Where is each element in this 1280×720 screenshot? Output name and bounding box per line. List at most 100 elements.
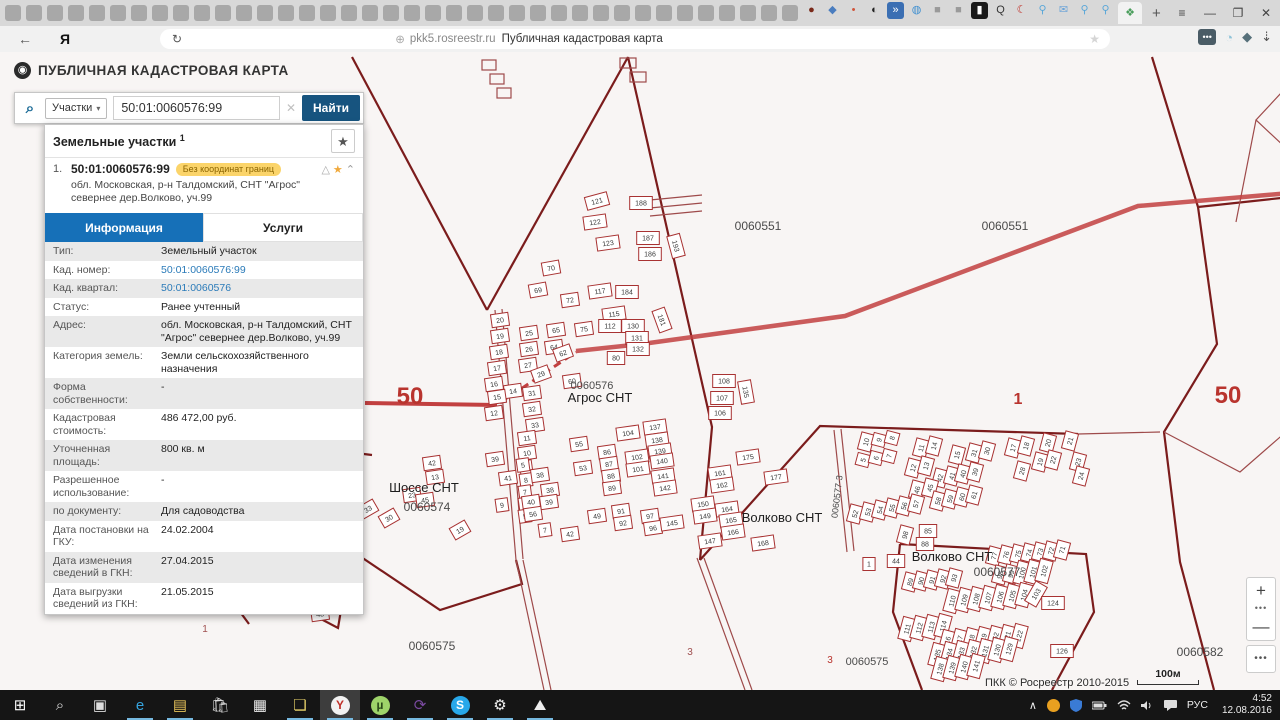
parcel[interactable]: 32 bbox=[522, 401, 541, 416]
parcel[interactable]: 53 bbox=[573, 460, 592, 475]
parcel[interactable]: 101 bbox=[626, 461, 650, 477]
result-item[interactable]: 1. 50:01:0060576:99 Без координат границ… bbox=[45, 157, 363, 213]
browser-tab[interactable] bbox=[740, 5, 756, 21]
collapse-icon[interactable]: ⌃ bbox=[346, 163, 355, 176]
taskbar-photos-icon[interactable]: ⛰ bbox=[520, 690, 560, 720]
protect-icon[interactable]: ◔ bbox=[1225, 30, 1233, 45]
taskbar-edge-icon[interactable]: e bbox=[120, 690, 160, 720]
parcel[interactable]: 106 bbox=[709, 407, 732, 420]
browser-tab[interactable] bbox=[488, 5, 504, 21]
parcel[interactable]: 147 bbox=[698, 533, 722, 549]
parcel[interactable]: 123 bbox=[596, 235, 620, 251]
browser-tab[interactable] bbox=[362, 5, 378, 21]
browser-tab-favicon[interactable]: ❖ bbox=[1118, 2, 1142, 24]
parcel[interactable]: 140 bbox=[650, 453, 674, 469]
parcel-polygons[interactable]: 1211881221231871861937069117184721151812… bbox=[308, 192, 1089, 682]
browser-tab[interactable] bbox=[404, 5, 420, 21]
browser-tab[interactable] bbox=[425, 5, 441, 21]
warning-icon[interactable]: △ bbox=[321, 163, 329, 176]
wifi-icon[interactable] bbox=[1117, 700, 1131, 711]
parcel[interactable]: 184 bbox=[616, 286, 639, 299]
parcel[interactable]: 1 bbox=[863, 558, 875, 571]
parcel[interactable]: 107 bbox=[711, 392, 734, 405]
parcel[interactable]: 72 bbox=[560, 292, 579, 307]
browser-tab[interactable] bbox=[677, 5, 693, 21]
parcel[interactable]: 65 bbox=[546, 322, 565, 337]
parcel[interactable]: 132 bbox=[627, 343, 650, 356]
yandex-logo[interactable]: Я bbox=[60, 31, 70, 47]
taskbar-store-icon[interactable]: 🛍 bbox=[200, 690, 240, 720]
browser-tab-favicon[interactable]: Q bbox=[992, 2, 1009, 19]
parcel[interactable]: 18 bbox=[1017, 436, 1034, 456]
favorite-star-icon[interactable]: ★ bbox=[333, 163, 343, 176]
parcel[interactable]: 12 bbox=[484, 405, 503, 420]
search-category-dropdown[interactable]: Участки ▾ bbox=[45, 98, 107, 119]
browser-tab[interactable] bbox=[110, 5, 126, 21]
parcel[interactable]: 13 bbox=[917, 456, 934, 476]
parcel[interactable]: 112 bbox=[599, 320, 622, 333]
parcel[interactable]: 56 bbox=[523, 506, 542, 521]
browser-tab[interactable] bbox=[236, 5, 252, 21]
parcel[interactable]: 145 bbox=[660, 515, 684, 531]
downloads-icon[interactable]: ⇣ bbox=[1261, 29, 1272, 45]
browser-tab[interactable] bbox=[257, 5, 273, 21]
zoom-out-button[interactable]: — bbox=[1247, 614, 1275, 640]
clock[interactable]: 4:52 12.08.2016 bbox=[1218, 693, 1272, 717]
taskbar-skype-icon[interactable]: S bbox=[440, 690, 480, 720]
browser-tab[interactable] bbox=[509, 5, 525, 21]
parcel[interactable]: 135 bbox=[738, 380, 755, 405]
browser-tab-favicon[interactable]: ◆ bbox=[824, 2, 841, 19]
parcel[interactable]: 124 bbox=[1042, 597, 1065, 610]
browser-tab[interactable] bbox=[47, 5, 63, 21]
parcel[interactable]: 85 bbox=[919, 525, 936, 538]
parcel[interactable]: 49 bbox=[587, 508, 606, 523]
zoom-handle-icon[interactable]: ••• bbox=[1247, 604, 1275, 614]
inactive-tabs[interactable] bbox=[5, 5, 803, 21]
taskbar-start-icon[interactable]: ⊞ bbox=[0, 690, 40, 720]
browser-tab[interactable] bbox=[656, 5, 672, 21]
parcel[interactable]: 39 bbox=[485, 451, 504, 466]
parcel[interactable]: 8 bbox=[884, 430, 900, 445]
parcel[interactable]: 121 bbox=[584, 192, 609, 210]
browser-tab-favicon[interactable]: ◐ bbox=[866, 2, 883, 19]
detail-value-link[interactable]: 50:01:0060576 bbox=[157, 282, 231, 295]
browser-tab-favicon[interactable]: • bbox=[845, 2, 862, 19]
tray-chevron-icon[interactable]: ∧ bbox=[1029, 699, 1037, 712]
browser-tab[interactable] bbox=[551, 5, 567, 21]
action-center-icon[interactable] bbox=[1164, 700, 1177, 711]
browser-tab-favicon[interactable]: ◍ bbox=[908, 2, 925, 19]
parcel[interactable]: 42 bbox=[422, 455, 441, 470]
parcel[interactable]: 166 bbox=[721, 524, 745, 540]
parcel[interactable]: 9 bbox=[495, 498, 509, 513]
browser-tab[interactable] bbox=[278, 5, 294, 21]
parcel[interactable]: 70 bbox=[541, 260, 560, 276]
language-indicator[interactable]: РУС bbox=[1187, 699, 1208, 711]
defender-shield-icon[interactable] bbox=[1070, 699, 1082, 712]
parcel[interactable]: 96 bbox=[643, 520, 662, 535]
parcel[interactable]: 11 bbox=[517, 430, 536, 445]
tray-app-icon[interactable] bbox=[1047, 699, 1060, 712]
browser-tab[interactable] bbox=[467, 5, 483, 21]
taskbar-explorer-icon[interactable]: ▤ bbox=[160, 690, 200, 720]
parcel[interactable]: 142 bbox=[653, 480, 677, 496]
parcel[interactable]: 20 bbox=[1039, 433, 1056, 453]
browser-tab[interactable] bbox=[26, 5, 42, 21]
parcel[interactable]: 188 bbox=[630, 197, 653, 210]
parcel[interactable]: 75 bbox=[574, 321, 593, 336]
parcel[interactable]: 28 bbox=[1013, 461, 1030, 481]
browser-tab[interactable] bbox=[530, 5, 546, 21]
browser-tab[interactable] bbox=[131, 5, 147, 21]
taskbar-search-icon[interactable]: ⌕ bbox=[40, 690, 80, 720]
browser-tab[interactable] bbox=[215, 5, 231, 21]
browser-tab[interactable] bbox=[68, 5, 84, 21]
parcel[interactable]: 98 bbox=[896, 525, 913, 545]
zoom-in-button[interactable]: + bbox=[1247, 578, 1275, 604]
browser-tab-favicon[interactable]: ☾ bbox=[1013, 2, 1030, 19]
parcel[interactable]: 31 bbox=[522, 385, 541, 400]
parcel[interactable]: 14 bbox=[503, 383, 522, 398]
parcel[interactable]: 17 bbox=[487, 360, 506, 375]
minimize-button[interactable]: — bbox=[1196, 6, 1224, 20]
parcel[interactable]: 177 bbox=[764, 469, 788, 485]
browser-tab-favicon[interactable]: ▮ bbox=[971, 2, 988, 19]
taskbar-app-arrow-icon[interactable]: ⟳ bbox=[400, 690, 440, 720]
